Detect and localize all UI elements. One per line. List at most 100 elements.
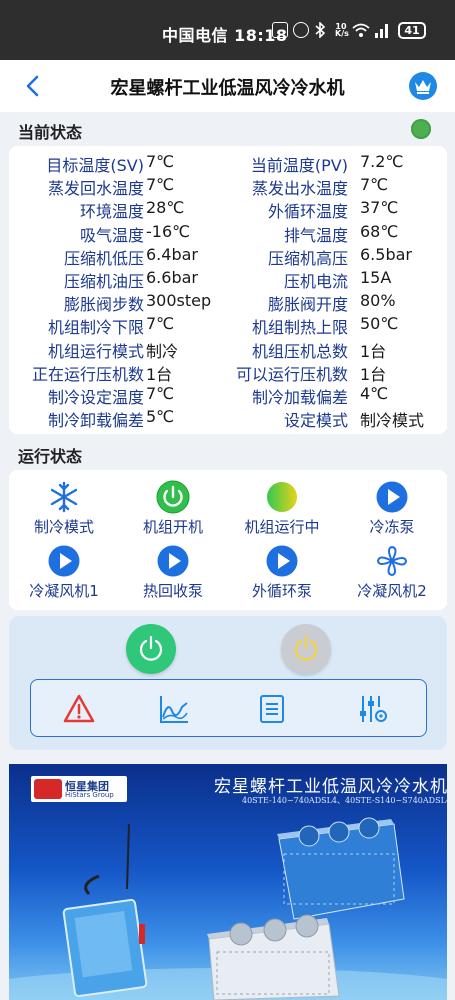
crown-button[interactable] <box>409 72 437 100</box>
param-row: 正在运行压机数 1台 可以运行压机数 1台 <box>9 361 447 384</box>
param-value: 7℃ <box>146 152 175 171</box>
status-bar: 中国电信 18:18 10 K/s 41 <box>0 0 455 60</box>
param-label: 环境温度 <box>79 202 144 222</box>
param-value: 15A <box>360 268 392 287</box>
param-label: 压缩机油压 <box>63 272 144 291</box>
param-value: 5℃ <box>146 407 175 427</box>
param-label: 蒸发回水温度 <box>47 179 144 199</box>
param-row: 机组制冷下限 7℃ 机组制热上限 50℃ <box>9 314 447 337</box>
bluetooth-icon <box>314 21 330 39</box>
run-status-label: 热回收泵 <box>142 582 203 600</box>
power-on-button[interactable] <box>126 624 176 674</box>
tool-bar <box>30 679 427 737</box>
param-label: 膨胀阀开度 <box>267 295 348 315</box>
param-value: 6.4bar <box>146 244 198 264</box>
chiller-unit-image <box>277 817 405 920</box>
param-value: 7℃ <box>146 384 175 403</box>
param-label: 机组压机总数 <box>251 341 348 361</box>
param-row: 吸气温度 -16℃ 排气温度 68℃ <box>9 222 447 245</box>
power-icon <box>139 635 163 661</box>
snowflake-icon <box>47 480 81 514</box>
settings-sliders-icon[interactable] <box>357 693 389 725</box>
run-status-label: 制冷模式 <box>33 518 94 536</box>
run-status-item: 机组运行中 <box>227 480 337 537</box>
param-label: 当前温度(PV) <box>250 156 348 175</box>
alarm-warning-icon[interactable] <box>63 693 95 725</box>
control-panel <box>9 616 447 750</box>
alarm-icon <box>293 22 309 38</box>
param-value: 300step <box>146 291 212 311</box>
play-icon <box>156 544 190 578</box>
param-label: 压缩机高压 <box>267 248 348 268</box>
param-value: 28℃ <box>146 198 185 218</box>
param-value: 7℃ <box>360 175 389 195</box>
param-row: 目标温度(SV) 7℃ 当前温度(PV) 7.2℃ <box>9 152 447 175</box>
power-icon <box>294 635 318 661</box>
param-label: 膨胀阀步数 <box>63 295 144 315</box>
current-status-title: 当前状态 <box>18 123 83 142</box>
param-label: 目标温度(SV) <box>46 156 144 175</box>
param-value: 7℃ <box>146 314 175 334</box>
param-label: 蒸发出水温度 <box>251 179 348 199</box>
page-title: 宏星螺杆工业低温风冷冷水机 <box>110 78 345 99</box>
signal-icon <box>373 22 389 38</box>
run-status-label: 冷冻泵 <box>369 518 415 536</box>
param-label: 机组制冷下限 <box>47 318 144 338</box>
trend-chart-icon[interactable] <box>158 693 190 725</box>
chiller-unit-image <box>207 914 340 1000</box>
param-label: 制冷加载偏差 <box>251 388 348 407</box>
power-on-icon <box>156 480 190 514</box>
carrier-time: 中国电信 18:18 <box>162 26 288 45</box>
param-value: 6.6bar <box>146 268 198 287</box>
param-value: -16℃ <box>146 221 191 241</box>
fan-icon <box>375 544 409 578</box>
app-header: 宏星螺杆工业低温风冷冷水机 <box>0 60 455 112</box>
param-row: 环境温度 28℃ 外循环温度 37℃ <box>9 198 447 221</box>
param-value: 7℃ <box>146 175 175 195</box>
param-label: 机组运行模式 <box>47 341 144 361</box>
run-status-item: 外循环泵 <box>227 544 337 601</box>
product-banner: 恒星集团 HiStars Group 宏星螺杆工业低温风冷冷水机 40STE-1… <box>9 764 447 1000</box>
run-status-label: 机组开机 <box>142 518 203 536</box>
param-value: 68℃ <box>360 221 399 241</box>
play-icon <box>375 480 409 514</box>
param-label: 可以运行压机数 <box>235 364 348 384</box>
param-row: 膨胀阀步数 300step 膨胀阀开度 80% <box>9 291 447 314</box>
param-value: 6.5bar <box>360 244 412 264</box>
param-label: 压机电流 <box>283 272 348 291</box>
param-row: 制冷设定温度 7℃ 制冷加载偏差 4℃ <box>9 384 447 407</box>
run-status-item: 冷凝风机2 <box>337 544 447 601</box>
param-value: 1台 <box>360 341 387 361</box>
param-value: 50℃ <box>360 314 399 334</box>
param-label: 制冷设定温度 <box>47 388 144 407</box>
running-indicator-icon <box>265 480 299 514</box>
run-status-item: 冷冻泵 <box>337 480 447 537</box>
run-status-label: 冷凝风机2 <box>357 582 427 600</box>
network-speed-icon: 10 K/s <box>335 22 349 38</box>
param-row: 制冷卸载偏差 5℃ 设定模式 制冷模式 <box>9 407 447 430</box>
parameter-card: 目标温度(SV) 7℃ 当前温度(PV) 7.2℃ 蒸发回水温度 7℃ 蒸发出水温度 7℃ 环境… <box>9 146 447 434</box>
run-status-item: 冷凝风机1 <box>9 544 119 601</box>
param-label: 压缩机低压 <box>63 248 144 268</box>
param-value: 1台 <box>146 364 173 384</box>
play-icon <box>47 544 81 578</box>
param-value: 7.2℃ <box>360 152 404 171</box>
param-row: 蒸发回水温度 7℃ 蒸发出水温度 7℃ <box>9 175 447 198</box>
param-value: 制冷 <box>146 341 179 361</box>
run-status-item: 热回收泵 <box>118 544 228 601</box>
wifi-icon <box>352 22 370 38</box>
run-status-label: 冷凝风机1 <box>29 582 99 600</box>
param-row: 压缩机低压 6.4bar 压缩机高压 6.5bar <box>9 245 447 268</box>
param-label: 制冷卸载偏差 <box>47 411 144 431</box>
param-row: 机组运行模式 制冷 机组压机总数 1台 <box>9 338 447 361</box>
list-icon[interactable] <box>256 693 288 725</box>
play-icon <box>265 544 299 578</box>
run-status-label: 外循环泵 <box>251 582 312 600</box>
run-status-item: 机组开机 <box>118 480 228 537</box>
param-label: 吸气温度 <box>79 225 144 245</box>
run-status-label: 机组运行中 <box>244 518 320 536</box>
param-label: 正在运行压机数 <box>31 364 144 384</box>
nfc-icon <box>272 22 288 38</box>
param-value: 37℃ <box>360 198 399 218</box>
power-off-button[interactable] <box>281 624 331 674</box>
